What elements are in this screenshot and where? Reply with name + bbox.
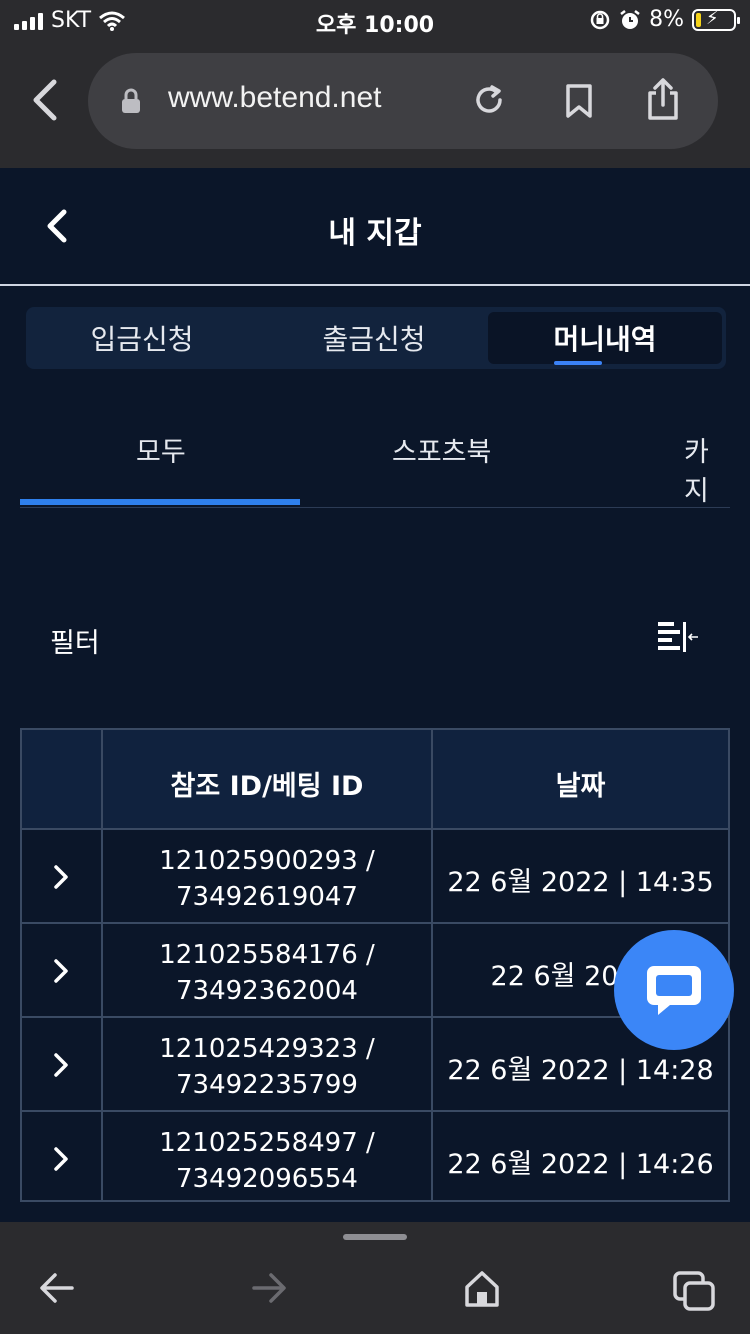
- active-subtab-indicator: [20, 499, 300, 505]
- bookmark-icon[interactable]: [564, 83, 594, 119]
- wallet-header: 내 지갑: [0, 168, 750, 286]
- alarm-icon: [620, 9, 640, 29]
- grab-handle[interactable]: [343, 1234, 407, 1240]
- ref-id: 121025429323 /: [159, 1034, 375, 1064]
- tab-all[interactable]: 모두: [136, 430, 186, 469]
- tabs-icon[interactable]: [672, 1270, 716, 1312]
- table-row[interactable]: 121025258497 / 73492096554 22 6월 2022 | …: [22, 1112, 728, 1200]
- column-header-ref-id: 참조 ID/베팅 ID: [170, 771, 364, 802]
- chat-bubble-icon: [647, 966, 701, 1015]
- date-cell: 22 6월 2022 | 14:35: [447, 867, 714, 898]
- ref-id: 121025584176 /: [159, 940, 375, 970]
- bet-id: 73492096554: [176, 1164, 358, 1194]
- tab-sportsbook[interactable]: 스포츠북: [392, 430, 491, 469]
- bet-id: 73492362004: [176, 976, 358, 1006]
- home-icon[interactable]: [464, 1270, 500, 1308]
- url-text[interactable]: www.betend.net: [168, 81, 381, 115]
- ref-bet-id-cell: 121025900293 / 73492619047: [103, 843, 431, 915]
- share-icon[interactable]: [646, 77, 680, 121]
- bet-id: 73492619047: [176, 882, 358, 912]
- wallet-tabs: 입금신청 출금신청 머니내역: [26, 307, 726, 369]
- column-divider: [101, 730, 103, 1200]
- battery-percent: 8%: [649, 7, 684, 32]
- arrow-right-icon[interactable]: [250, 1270, 288, 1306]
- ref-bet-id-cell: 121025258497 / 73492096554: [103, 1125, 431, 1197]
- tab-casino[interactable]: 카지: [684, 430, 730, 508]
- table-row[interactable]: 121025900293 / 73492619047 22 6월 2022 | …: [22, 830, 728, 924]
- expand-chevron-icon[interactable]: [52, 958, 70, 984]
- table-row[interactable]: 121025429323 / 73492235799 22 6월 2022 | …: [22, 1018, 728, 1112]
- status-bar: SKT 오후 10:00 8% ⚡: [0, 0, 750, 44]
- column-divider: [431, 730, 433, 1200]
- ref-bet-id-cell: 121025584176 / 73492362004: [103, 937, 431, 1009]
- expand-chevron-icon[interactable]: [52, 864, 70, 890]
- tab-deposit-request[interactable]: 입금신청: [26, 312, 258, 364]
- tab-withdraw-request[interactable]: 출금신청: [258, 312, 490, 364]
- column-header-date: 날짜: [555, 771, 606, 802]
- date-cell: 22 6월 2022 | 14:28: [447, 1055, 714, 1086]
- active-tab-indicator: [554, 361, 602, 365]
- page-title: 내 지갑: [328, 216, 422, 251]
- battery-charging-icon: ⚡: [692, 8, 740, 31]
- arrow-left-icon[interactable]: [38, 1270, 76, 1306]
- orientation-lock-icon: [590, 10, 610, 29]
- back-chevron-icon[interactable]: [26, 78, 66, 122]
- ref-bet-id-cell: 121025429323 / 73492235799: [103, 1031, 431, 1103]
- bet-id: 73492235799: [176, 1070, 358, 1100]
- live-chat-button[interactable]: [614, 930, 734, 1050]
- expand-chevron-icon[interactable]: [52, 1052, 70, 1078]
- table-header: 참조 ID/베팅 ID 날짜: [22, 730, 728, 830]
- filter-label[interactable]: 필터: [50, 621, 100, 660]
- date-cell: 22 6월 2022 | 14:26: [447, 1149, 714, 1180]
- reload-icon[interactable]: [472, 83, 506, 117]
- expand-chevron-icon[interactable]: [52, 1146, 70, 1172]
- ref-id: 121025900293 /: [159, 846, 375, 876]
- category-tabs: 모두 스포츠북 카지: [20, 400, 730, 508]
- browser-toolbar: SKT 오후 10:00 8% ⚡ www.betend.net: [0, 0, 750, 168]
- address-bar[interactable]: www.betend.net: [88, 53, 718, 149]
- browser-bottom-toolbar: [0, 1222, 750, 1334]
- filter-toggle-icon[interactable]: [656, 620, 700, 656]
- lock-icon: [122, 88, 140, 113]
- ref-id: 121025258497 /: [159, 1128, 375, 1158]
- tab-money-history[interactable]: 머니내역: [488, 312, 722, 364]
